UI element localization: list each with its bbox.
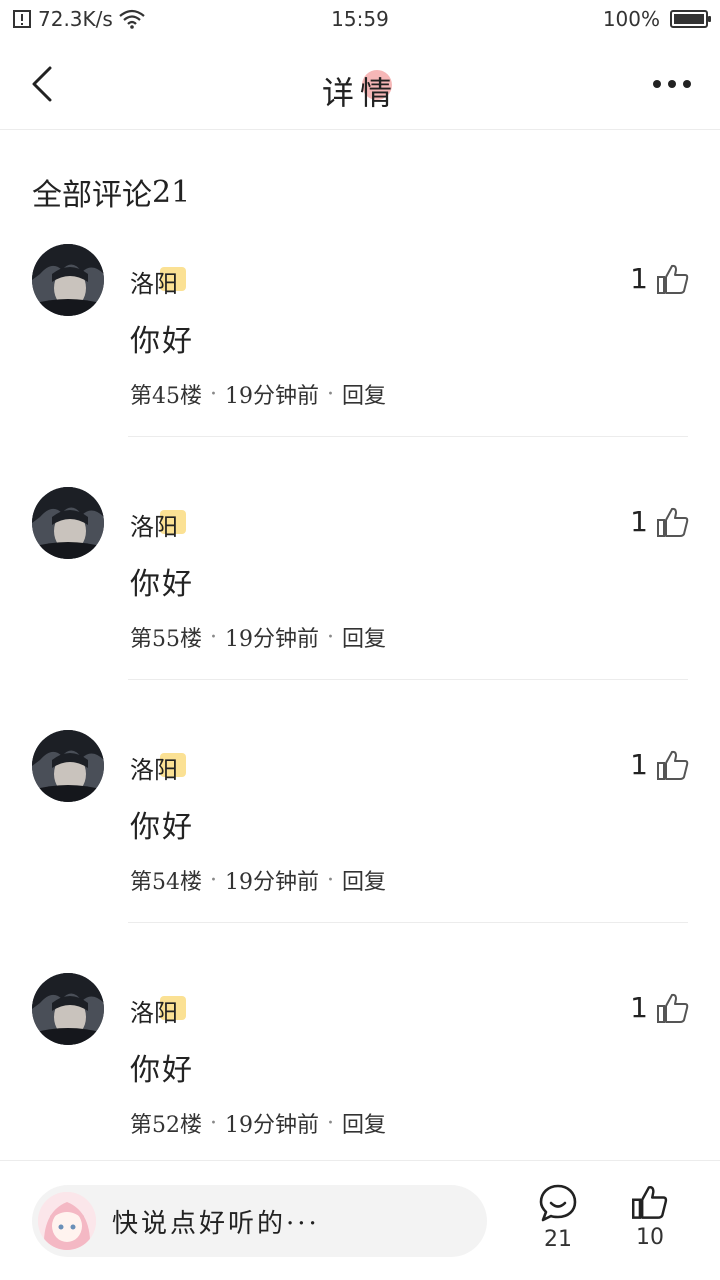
comment-meta: 第54楼 · 19分钟前 · 回复 [130, 864, 386, 896]
avatar[interactable] [32, 244, 104, 316]
avatar-image [32, 244, 104, 316]
comment-bubble-icon [539, 1184, 577, 1222]
avatar-image [32, 730, 104, 802]
comment-meta: 第52楼 · 19分钟前 · 回复 [130, 1107, 386, 1139]
avatar[interactable] [32, 730, 104, 802]
status-right: 100% [602, 7, 711, 31]
username[interactable]: 洛阳 [130, 507, 178, 542]
comment-item: 洛阳 你好 第55楼 · 19分钟前 · 回复 1 [0, 483, 720, 726]
like-count: 1 [630, 748, 648, 781]
thumbs-up-icon [632, 1186, 668, 1219]
avatar-image [32, 973, 104, 1045]
section-label-comments: 评论 [92, 178, 152, 213]
section-count: 21 [152, 174, 191, 210]
network-speed: 72.3K/s [38, 7, 113, 31]
like-count: 1 [630, 262, 648, 295]
like-button[interactable]: 1 [630, 748, 690, 781]
floor-number: 第54楼 [130, 870, 202, 895]
divider [128, 436, 688, 437]
like-count: 1 [630, 991, 648, 1024]
floor-number: 第55楼 [130, 627, 202, 652]
like-count: 1 [630, 505, 648, 538]
reply-button[interactable]: 回复 [342, 621, 386, 653]
comment-text: 你好 [130, 567, 194, 602]
username[interactable]: 洛阳 [130, 993, 178, 1028]
comment-count: 21 [544, 1227, 572, 1252]
avatar[interactable] [32, 487, 104, 559]
header: 详情 [0, 38, 720, 130]
divider [128, 922, 688, 923]
reply-button[interactable]: 回复 [342, 864, 386, 896]
wifi-icon [119, 9, 145, 29]
comment-input[interactable]: 快说点好听的··· [32, 1185, 487, 1257]
reply-button[interactable]: 回复 [342, 1107, 386, 1139]
like-button[interactable]: 1 [630, 262, 690, 295]
page-title: 详情 [321, 74, 398, 112]
battery-fill [674, 14, 704, 24]
more-dot [653, 80, 661, 88]
username[interactable]: 洛阳 [130, 750, 178, 785]
comment-meta: 第55楼 · 19分钟前 · 回复 [130, 621, 386, 653]
thumbs-up-icon [657, 507, 689, 537]
my-avatar [38, 1192, 96, 1250]
meta-separator: · [210, 624, 217, 650]
floor-number: 第52楼 [130, 1113, 202, 1138]
my-avatar-image [38, 1192, 96, 1250]
more-dot [668, 80, 676, 88]
floor-number: 第45楼 [130, 384, 202, 409]
avatar-image [32, 487, 104, 559]
more-dot [683, 80, 691, 88]
thumbs-up-icon [657, 750, 689, 780]
status-bar: 72.3K/s 15:59 100% [0, 0, 720, 38]
meta-separator: · [210, 867, 217, 893]
section-title: 全部 评论 21 [32, 170, 190, 214]
like-total: 10 [636, 1225, 664, 1250]
comment-item: 洛阳 你好 第54楼 · 19分钟前 · 回复 1 [0, 726, 720, 969]
comment-time: 19分钟前 [225, 1113, 319, 1138]
comment-list: 洛阳 你好 第45楼 · 19分钟前 · 回复 1 洛阳 你好 第55楼 · 1… [0, 240, 720, 1212]
like-button[interactable]: 1 [630, 991, 690, 1024]
comment-time: 19分钟前 [225, 870, 319, 895]
comment-text: 你好 [130, 1053, 194, 1088]
comments-button[interactable]: 21 [528, 1183, 588, 1252]
battery-percent: 100% [602, 7, 660, 31]
thumbs-up-icon [657, 993, 689, 1023]
comment-text: 你好 [130, 324, 194, 359]
meta-separator: · [210, 381, 217, 407]
notification-icon [13, 10, 31, 28]
more-button[interactable] [648, 64, 696, 104]
comment-time: 19分钟前 [225, 627, 319, 652]
reply-button[interactable]: 回复 [342, 378, 386, 410]
meta-separator: · [327, 867, 334, 893]
section-label-all: 全部 [32, 170, 92, 214]
like-button[interactable]: 1 [630, 505, 690, 538]
meta-separator: · [210, 1110, 217, 1136]
battery-icon [670, 10, 711, 28]
comment-item: 洛阳 你好 第45楼 · 19分钟前 · 回复 1 [0, 240, 720, 483]
meta-separator: · [327, 1110, 334, 1136]
status-left: 72.3K/s [12, 7, 145, 31]
thumbs-up-icon [657, 264, 689, 294]
comment-text: 你好 [130, 810, 194, 845]
username[interactable]: 洛阳 [130, 264, 178, 299]
meta-separator: · [327, 381, 334, 407]
avatar[interactable] [32, 973, 104, 1045]
divider [128, 679, 688, 680]
bottom-bar: 快说点好听的··· 21 10 [0, 1160, 720, 1280]
comment-meta: 第45楼 · 19分钟前 · 回复 [130, 378, 386, 410]
meta-separator: · [327, 624, 334, 650]
like-post-button[interactable]: 10 [620, 1183, 680, 1250]
comment-time: 19分钟前 [225, 384, 319, 409]
input-placeholder: 快说点好听的··· [112, 1208, 320, 1239]
